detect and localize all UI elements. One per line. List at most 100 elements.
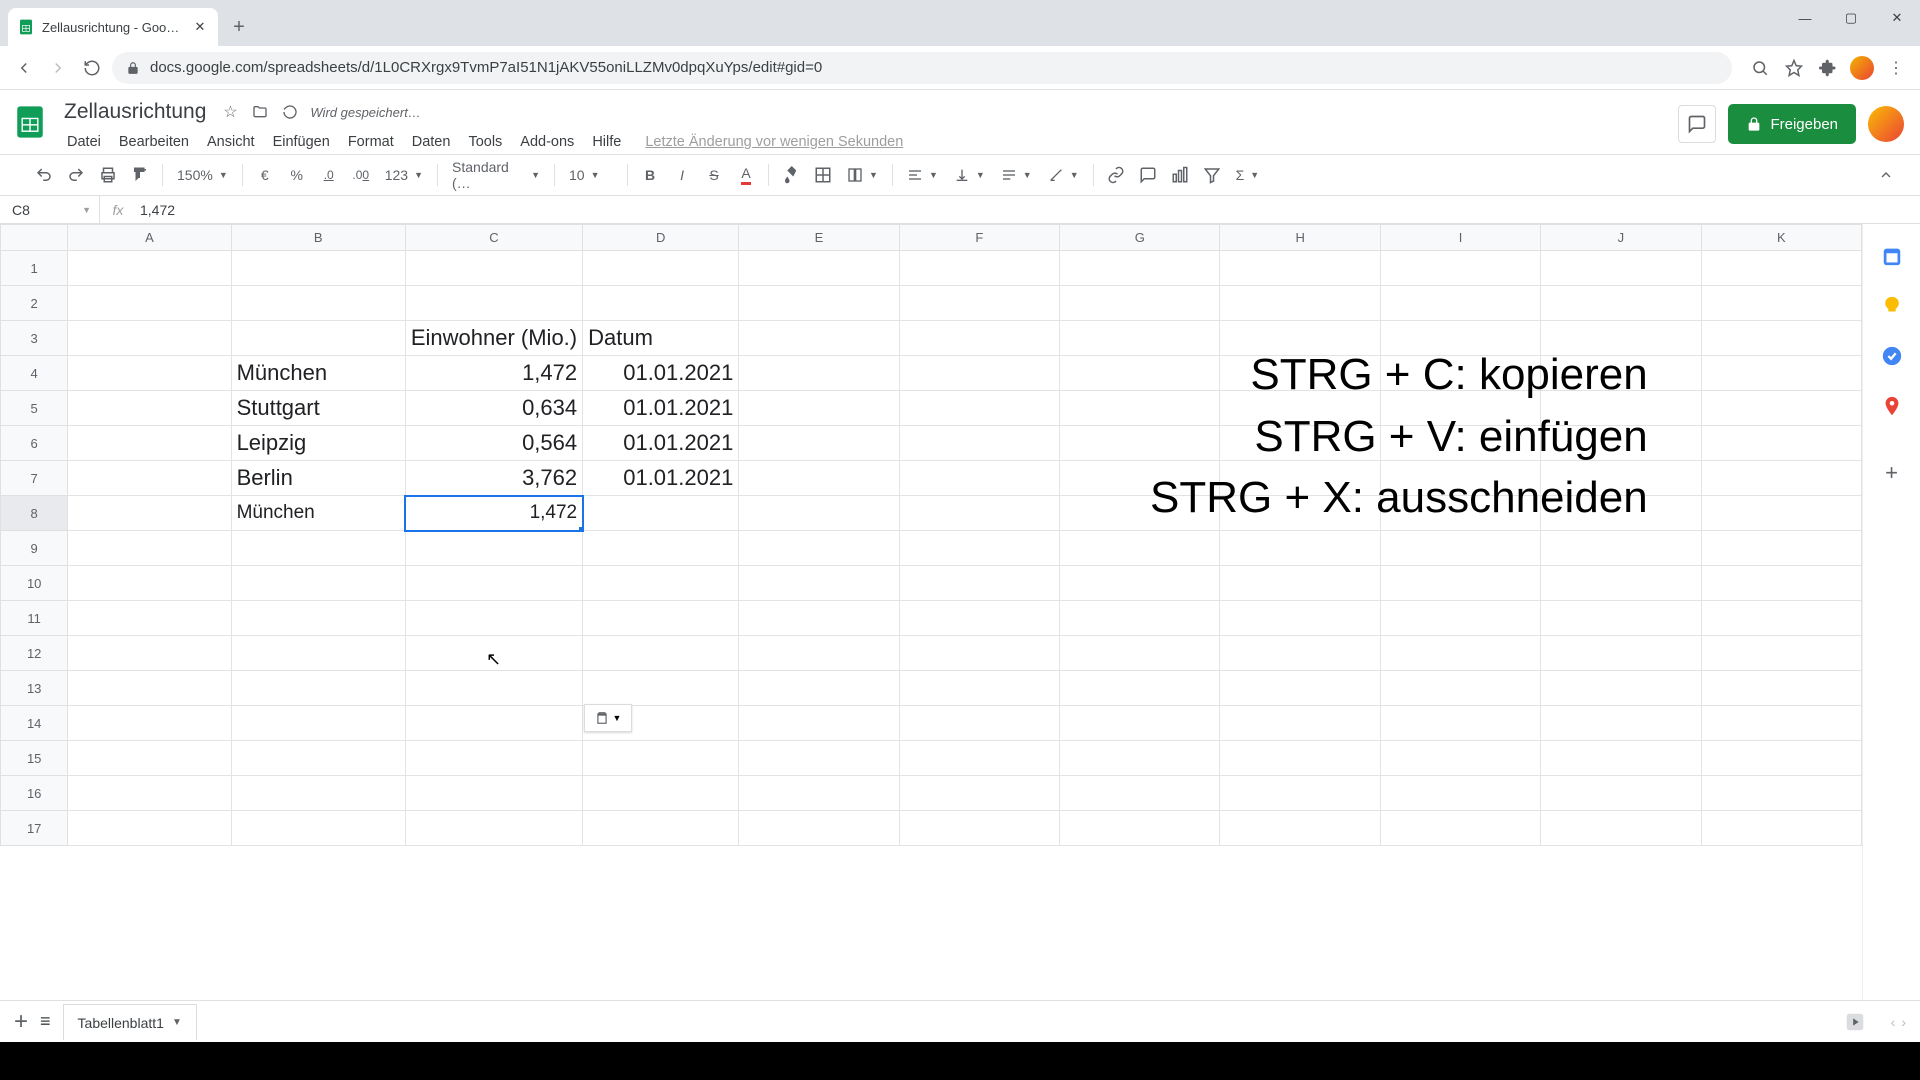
row-header-1[interactable]: 1 (1, 251, 68, 286)
min-icon[interactable]: — (1782, 0, 1828, 36)
calendar-icon[interactable] (1878, 242, 1906, 270)
cell-F15[interactable] (899, 741, 1059, 776)
cell-A17[interactable] (68, 811, 231, 846)
menu-daten[interactable]: Daten (405, 130, 458, 154)
cell-J10[interactable] (1541, 566, 1701, 601)
cell-F2[interactable] (899, 286, 1059, 321)
cell-G11[interactable] (1060, 601, 1220, 636)
cell-E13[interactable] (739, 671, 899, 706)
cell-B4[interactable]: München (231, 356, 405, 391)
cell-E7[interactable] (739, 461, 899, 496)
paint-format-button[interactable] (126, 161, 154, 189)
cell-H1[interactable] (1220, 251, 1380, 286)
cell-D15[interactable] (583, 741, 739, 776)
valign-button[interactable]: ▼ (948, 167, 991, 183)
cell-C6[interactable]: 0,564 (405, 426, 582, 461)
cell-H9[interactable] (1220, 531, 1380, 566)
row-header-2[interactable]: 2 (1, 286, 68, 321)
cell-D3[interactable]: Datum (583, 321, 739, 356)
last-edit-link[interactable]: Letzte Änderung vor wenigen Sekunden (638, 130, 910, 154)
forward-button[interactable] (44, 54, 72, 82)
cell-B8[interactable]: München (231, 496, 405, 531)
menu-datei[interactable]: Datei (60, 130, 108, 154)
close-icon[interactable]: ✕ (192, 19, 208, 35)
cell-H14[interactable] (1220, 706, 1380, 741)
more-icon[interactable]: ⋮ (1882, 54, 1910, 82)
cell-B2[interactable] (231, 286, 405, 321)
cell-K11[interactable] (1701, 601, 1861, 636)
cell-F16[interactable] (899, 776, 1059, 811)
cell-B17[interactable] (231, 811, 405, 846)
cell-G9[interactable] (1060, 531, 1220, 566)
cell-D1[interactable] (583, 251, 739, 286)
menu-einfuegen[interactable]: Einfügen (266, 130, 337, 154)
cell-K9[interactable] (1701, 531, 1861, 566)
cell-F17[interactable] (899, 811, 1059, 846)
add-addons-button[interactable]: + (1885, 460, 1898, 486)
cell-D5[interactable]: 01.01.2021 (583, 391, 739, 426)
cell-D4[interactable]: 01.01.2021 (583, 356, 739, 391)
row-header-10[interactable]: 10 (1, 566, 68, 601)
spreadsheet-area[interactable]: ABCDEFGHIJK123Einwohner (Mio.)Datum4Münc… (0, 224, 1862, 1000)
undo-button[interactable] (30, 161, 58, 189)
cell-C12[interactable] (405, 636, 582, 671)
cell-K2[interactable] (1701, 286, 1861, 321)
col-header-K[interactable]: K (1701, 225, 1861, 251)
cell-A4[interactable] (68, 356, 231, 391)
cell-G10[interactable] (1060, 566, 1220, 601)
row-header-14[interactable]: 14 (1, 706, 68, 741)
cell-K17[interactable] (1701, 811, 1861, 846)
cell-G17[interactable] (1060, 811, 1220, 846)
cell-A10[interactable] (68, 566, 231, 601)
cell-J1[interactable] (1541, 251, 1701, 286)
cell-K6[interactable] (1701, 426, 1861, 461)
cell-C2[interactable] (405, 286, 582, 321)
cell-A3[interactable] (68, 321, 231, 356)
profile-button[interactable] (1848, 54, 1876, 82)
max-icon[interactable]: ▢ (1828, 0, 1874, 36)
cell-I17[interactable] (1380, 811, 1540, 846)
currency-button[interactable]: € (251, 161, 279, 189)
font-select[interactable]: Standard (…▼ (446, 159, 546, 191)
cell-B7[interactable]: Berlin (231, 461, 405, 496)
add-sheet-button[interactable]: + (14, 1008, 28, 1036)
cell-I13[interactable] (1380, 671, 1540, 706)
cell-A8[interactable] (68, 496, 231, 531)
cell-J12[interactable] (1541, 636, 1701, 671)
cell-I10[interactable] (1380, 566, 1540, 601)
cell-H11[interactable] (1220, 601, 1380, 636)
cell-F7[interactable] (899, 461, 1059, 496)
cell-E11[interactable] (739, 601, 899, 636)
row-header-7[interactable]: 7 (1, 461, 68, 496)
cell-G12[interactable] (1060, 636, 1220, 671)
cell-F1[interactable] (899, 251, 1059, 286)
cell-K7[interactable] (1701, 461, 1861, 496)
close-window-icon[interactable]: ✕ (1874, 0, 1920, 36)
row-header-12[interactable]: 12 (1, 636, 68, 671)
back-button[interactable] (10, 54, 38, 82)
cell-E2[interactable] (739, 286, 899, 321)
cell-K15[interactable] (1701, 741, 1861, 776)
cell-F4[interactable] (899, 356, 1059, 391)
cell-E8[interactable] (739, 496, 899, 531)
cell-C11[interactable] (405, 601, 582, 636)
tab-nav-arrows[interactable]: ‹› (1891, 1014, 1906, 1030)
wrap-button[interactable]: ▼ (995, 167, 1038, 183)
cell-H16[interactable] (1220, 776, 1380, 811)
cell-C7[interactable]: 3,762 (405, 461, 582, 496)
cell-A14[interactable] (68, 706, 231, 741)
cell-D13[interactable] (583, 671, 739, 706)
cell-K10[interactable] (1701, 566, 1861, 601)
zoom-icon[interactable] (1746, 54, 1774, 82)
filter-button[interactable] (1198, 161, 1226, 189)
sheets-logo[interactable] (10, 102, 50, 142)
cell-B5[interactable]: Stuttgart (231, 391, 405, 426)
cell-B11[interactable] (231, 601, 405, 636)
merge-button[interactable]: ▼ (841, 167, 884, 183)
account-avatar[interactable] (1868, 106, 1904, 142)
cell-B9[interactable] (231, 531, 405, 566)
cell-K3[interactable] (1701, 321, 1861, 356)
menu-tools[interactable]: Tools (461, 130, 509, 154)
cell-A7[interactable] (68, 461, 231, 496)
functions-button[interactable]: Σ▼ (1230, 167, 1266, 183)
